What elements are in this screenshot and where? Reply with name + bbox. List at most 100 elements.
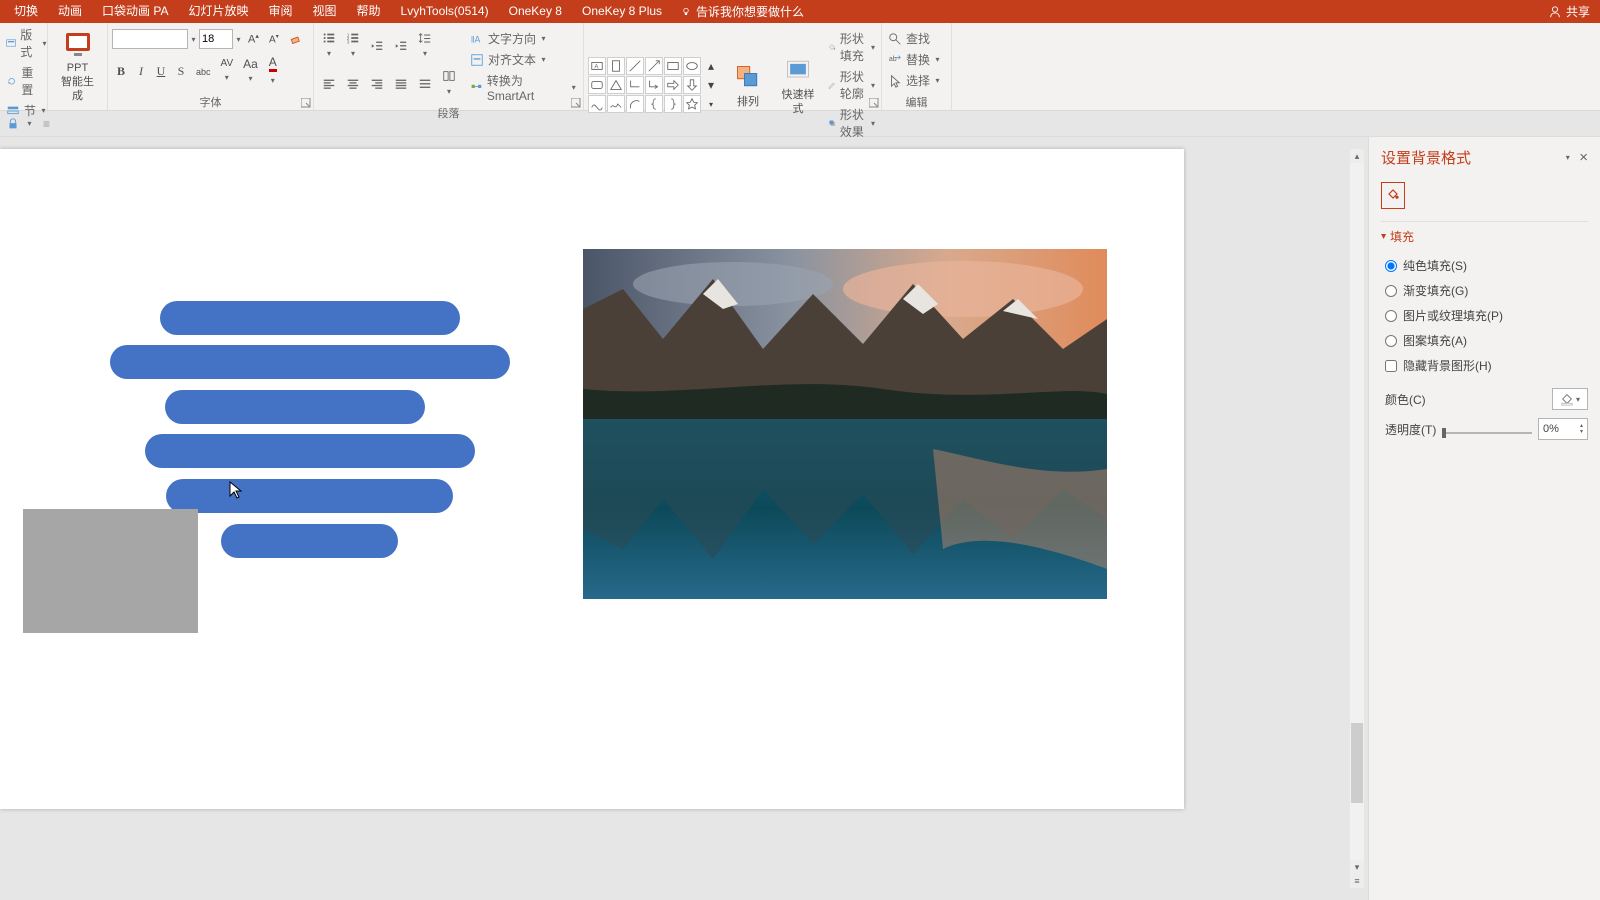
tab-slideshow[interactable]: 幻灯片放映 xyxy=(178,0,258,23)
shadow-button[interactable]: abc xyxy=(192,65,215,79)
change-case-button[interactable]: Aa xyxy=(239,55,262,89)
solid-fill-radio[interactable]: 纯色填充(S) xyxy=(1385,257,1588,274)
reset-button[interactable]: 重置 xyxy=(4,63,43,99)
underline-button[interactable]: U xyxy=(152,62,170,81)
shape-arrow-block-icon[interactable] xyxy=(664,76,682,94)
gallery-row-up-icon[interactable]: ▴ xyxy=(702,57,720,75)
bullets-button[interactable] xyxy=(318,29,340,63)
transparency-slider[interactable] xyxy=(1442,424,1532,434)
arrange-button[interactable]: 排列 xyxy=(726,59,770,111)
shape-fill-button[interactable]: 形状填充 xyxy=(826,29,877,65)
quick-styles-button[interactable]: 快速样式 xyxy=(776,52,820,118)
shape-oval-icon[interactable] xyxy=(683,57,701,75)
tab-animations[interactable]: 动画 xyxy=(48,0,92,23)
gradient-fill-radio[interactable]: 渐变填充(G) xyxy=(1385,282,1588,299)
indent-button[interactable] xyxy=(390,37,412,55)
gallery-row-down-icon[interactable]: ▾ xyxy=(702,76,720,94)
tab-view[interactable]: 视图 xyxy=(303,0,347,23)
shape-star-icon[interactable] xyxy=(683,95,701,113)
image-placeholder[interactable] xyxy=(583,249,1107,599)
tab-pocket-anim[interactable]: 口袋动画 PA xyxy=(92,0,178,23)
tab-help[interactable]: 帮助 xyxy=(347,0,391,23)
grow-font-button[interactable]: A▴ xyxy=(244,30,263,48)
shape-roundrect-icon[interactable] xyxy=(588,76,606,94)
shrink-font-button[interactable]: A▾ xyxy=(265,31,283,47)
shapes-gallery[interactable]: A ▴ ▾ ▾ xyxy=(588,57,720,113)
scroll-down-button[interactable]: ▾ xyxy=(1350,860,1364,874)
shape-brace-l-icon[interactable] xyxy=(645,95,663,113)
align-center-button[interactable] xyxy=(342,75,364,93)
fill-section-header[interactable]: 填充 xyxy=(1381,221,1588,245)
align-left-button[interactable] xyxy=(318,75,340,93)
shape-freeform-icon[interactable] xyxy=(607,95,625,113)
scroll-up-button[interactable]: ▴ xyxy=(1350,149,1364,163)
spin-down-icon[interactable]: ▾ xyxy=(1580,429,1583,435)
slide-canvas[interactable] xyxy=(0,149,1184,809)
align-text-button[interactable]: 对齐文本 xyxy=(468,50,579,69)
close-pane-icon[interactable]: × xyxy=(1579,149,1588,166)
tell-me-search[interactable]: 告诉我你想要做什么 xyxy=(680,3,804,20)
pattern-fill-radio[interactable]: 图案填充(A) xyxy=(1385,332,1588,349)
share-button[interactable]: 共享 xyxy=(1548,3,1600,20)
shape-brace-r-icon[interactable] xyxy=(664,95,682,113)
font-color-button[interactable]: A xyxy=(264,53,282,90)
dialog-launcher-icon[interactable] xyxy=(869,98,879,108)
shape-triangle-icon[interactable] xyxy=(607,76,625,94)
rounded-rect-shape[interactable] xyxy=(110,345,510,379)
pane-options-icon[interactable] xyxy=(1564,149,1571,165)
bold-button[interactable]: B xyxy=(112,62,130,81)
shape-arc-icon[interactable] xyxy=(626,95,644,113)
distribute-button[interactable] xyxy=(414,75,436,93)
vertical-scrollbar[interactable]: ▴ ▾ ≡ xyxy=(1350,149,1364,888)
italic-button[interactable]: I xyxy=(132,62,150,81)
numbering-button[interactable]: 123 xyxy=(342,29,364,63)
dialog-launcher-icon[interactable] xyxy=(571,98,581,108)
scroll-thumb[interactable] xyxy=(1351,723,1363,803)
shape-rect-icon[interactable] xyxy=(664,57,682,75)
convert-smartart-button[interactable]: 转换为 SmartArt xyxy=(468,71,579,104)
chevron-down-icon[interactable] xyxy=(235,31,242,47)
line-spacing-button[interactable] xyxy=(414,29,436,63)
find-button[interactable]: 查找 xyxy=(886,29,932,48)
rounded-rect-shape[interactable] xyxy=(145,434,475,468)
fill-category-icon[interactable] xyxy=(1381,182,1405,209)
layout-button[interactable]: 版式 xyxy=(4,25,49,61)
dialog-launcher-icon[interactable] xyxy=(301,98,311,108)
tab-review[interactable]: 审阅 xyxy=(259,0,303,23)
section-button[interactable]: 节 xyxy=(4,101,49,120)
gallery-more-icon[interactable]: ▾ xyxy=(702,95,720,113)
shape-down-arrow-icon[interactable] xyxy=(683,76,701,94)
strikethrough-button[interactable]: S xyxy=(172,62,190,81)
shape-effects-button[interactable]: 形状效果 xyxy=(826,105,877,141)
shape-curve-icon[interactable] xyxy=(588,95,606,113)
tab-onekey8plus[interactable]: OneKey 8 Plus xyxy=(572,0,672,23)
font-size-combo[interactable] xyxy=(199,29,233,49)
tab-transitions[interactable]: 切换 xyxy=(4,0,48,23)
font-family-combo[interactable] xyxy=(112,29,188,49)
text-direction-button[interactable]: ‖A 文字方向 xyxy=(468,29,579,48)
shape-elbow-icon[interactable] xyxy=(626,76,644,94)
shape-arrow-line-icon[interactable] xyxy=(645,57,663,75)
transparency-spinner[interactable]: 0% ▴▾ xyxy=(1538,418,1588,440)
hide-bg-checkbox[interactable]: 隐藏背景图形(H) xyxy=(1385,357,1588,374)
justify-button[interactable] xyxy=(390,75,412,93)
shape-elbow-arrow-icon[interactable] xyxy=(645,76,663,94)
tab-onekey8[interactable]: OneKey 8 xyxy=(499,0,572,23)
rectangle-shape[interactable] xyxy=(23,509,198,633)
color-picker-button[interactable]: ▾ xyxy=(1552,388,1588,410)
clear-format-button[interactable] xyxy=(285,30,307,48)
ppt-smart-generate-button[interactable]: PPT智能生成 xyxy=(52,25,103,105)
tab-lvyhtools[interactable]: LvyhTools(0514) xyxy=(391,0,499,23)
char-spacing-button[interactable]: AV xyxy=(217,56,238,87)
chevron-down-icon[interactable] xyxy=(190,31,197,47)
shape-vtextbox-icon[interactable] xyxy=(607,57,625,75)
shape-line-icon[interactable] xyxy=(626,57,644,75)
replace-button[interactable]: ab 替换 xyxy=(886,50,943,69)
rounded-rect-shape[interactable] xyxy=(221,524,398,558)
select-button[interactable]: 选择 xyxy=(886,71,943,90)
scroll-more-button[interactable]: ≡ xyxy=(1350,874,1364,888)
align-right-button[interactable] xyxy=(366,75,388,93)
rounded-rect-shape[interactable] xyxy=(166,479,453,513)
slide-edit-area[interactable]: ▴ ▾ ≡ xyxy=(0,137,1368,900)
rounded-rect-shape[interactable] xyxy=(160,301,460,335)
